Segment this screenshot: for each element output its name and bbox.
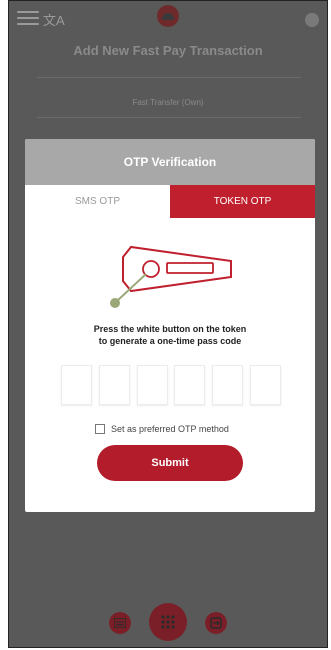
divider	[37, 117, 301, 118]
language-icon[interactable]: 文A	[43, 10, 65, 29]
bottom-nav	[9, 601, 327, 641]
otp-digit-5[interactable]	[212, 365, 244, 405]
preferred-method-checkbox[interactable]	[95, 424, 105, 434]
otp-digit-1[interactable]	[61, 365, 92, 405]
otp-tabs: SMS OTP TOKEN OTP	[25, 185, 315, 218]
otp-digit-4[interactable]	[174, 365, 206, 405]
divider	[37, 77, 301, 78]
preferred-method-label: Set as preferred OTP method	[111, 424, 229, 434]
bills-icon[interactable]	[109, 612, 131, 634]
otp-digit-3[interactable]	[136, 365, 168, 405]
otp-input-row	[61, 365, 281, 405]
otp-instructions: Press the white button on the token to g…	[25, 323, 315, 347]
top-bar: 文A	[9, 1, 327, 49]
grid-menu-icon[interactable]	[149, 603, 187, 641]
tab-sms-otp[interactable]: SMS OTP	[25, 185, 170, 218]
otp-modal: OTP Verification SMS OTP TOKEN OTP Press…	[25, 139, 315, 512]
tab-token-otp[interactable]: TOKEN OTP	[170, 185, 315, 218]
otp-digit-6[interactable]	[249, 365, 281, 405]
bank-logo-icon	[157, 5, 179, 27]
submit-button[interactable]: Submit	[97, 445, 243, 481]
modal-title: OTP Verification	[25, 139, 315, 185]
phone-screen: 文A Add New Fast Pay Transaction Fast Tra…	[8, 0, 328, 648]
page-title: Add New Fast Pay Transaction	[73, 43, 263, 58]
instructions-line-2: to generate a one-time pass code	[98, 336, 242, 346]
preferred-method-row[interactable]: Set as preferred OTP method	[95, 422, 229, 436]
otp-digit-2[interactable]	[98, 365, 130, 405]
hamburger-menu-icon[interactable]	[17, 11, 39, 27]
token-device-icon	[110, 245, 232, 308]
profile-icon[interactable]	[305, 13, 319, 27]
instructions-line-1: Press the white button on the token	[93, 324, 247, 334]
transfer-type-label: Fast Transfer (Own)	[132, 98, 204, 107]
transfer-icon[interactable]	[205, 612, 227, 634]
